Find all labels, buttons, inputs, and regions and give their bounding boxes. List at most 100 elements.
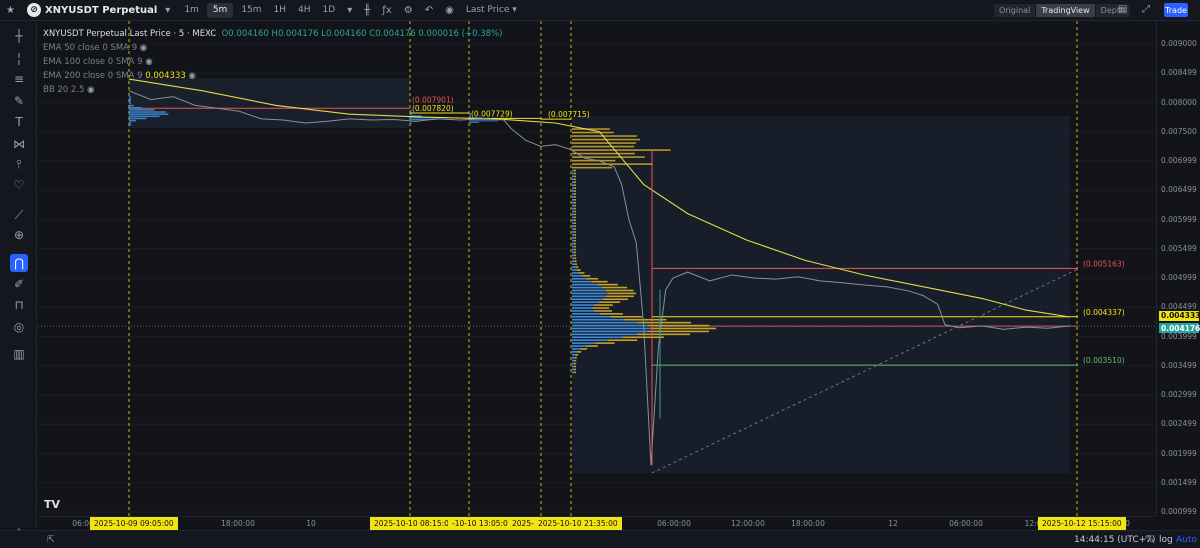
volume-bar (572, 211, 574, 213)
fullscreen-icon[interactable]: ⤢ (1136, 4, 1156, 15)
volume-bar (129, 98, 131, 100)
trash-icon[interactable]: ▥ (10, 345, 28, 363)
volume-bar (572, 187, 574, 189)
volume-bar (574, 252, 576, 254)
time-tick: 06:00:00 (949, 519, 983, 528)
volume-bar (572, 167, 612, 169)
indicator-row[interactable]: EMA 200 close 0 SMA 9 0.004333 ◉ (43, 69, 502, 83)
interval-1D[interactable]: 1D (317, 0, 342, 21)
auto-toggle[interactable]: Auto (1176, 535, 1197, 545)
volume-bar (574, 173, 576, 175)
horizontal-lines-icon[interactable]: ≡ (10, 70, 28, 88)
volume-bar (572, 269, 577, 271)
eye-icon[interactable]: ◉ (84, 85, 94, 95)
volume-bar (572, 334, 637, 336)
time-tick: 10 (306, 519, 316, 528)
trendline-icon[interactable]: ╎ (10, 50, 28, 68)
layout-icon[interactable]: ⚙ (398, 5, 419, 16)
magnet-icon[interactable]: ⋂ (10, 254, 28, 272)
date-range-icon[interactable]: ⇱ (47, 535, 55, 545)
volume-bar (574, 196, 576, 198)
volume-bar (572, 342, 595, 344)
volume-bar (574, 234, 576, 236)
indicator-row[interactable]: EMA 50 close 0 SMA 9 ◉ (43, 41, 502, 55)
volume-bar (572, 351, 577, 353)
heart-icon[interactable]: ♡ (10, 176, 28, 194)
volume-bar (572, 266, 575, 268)
undo-icon[interactable]: ↶ (419, 5, 439, 16)
time-marker: 2025-10-10 08:15:00 (370, 517, 458, 530)
volume-bar (572, 243, 574, 245)
brush-icon[interactable]: ✎ (10, 92, 28, 110)
volume-bar (592, 281, 608, 283)
drawing-mode-icon[interactable]: ✐ (10, 275, 28, 293)
crosshair-icon[interactable]: ┼ (10, 27, 28, 45)
volume-bar (572, 325, 648, 327)
volume-bar (129, 105, 134, 107)
star-icon[interactable]: ★ (0, 5, 21, 16)
lock-icon[interactable]: ⊓ (10, 296, 28, 314)
volume-bar (637, 322, 691, 324)
interval-1m[interactable]: 1m (178, 0, 205, 21)
view-tab-original[interactable]: Original (994, 4, 1035, 17)
interval-1H[interactable]: 1H (268, 0, 293, 21)
interval-5m[interactable]: 5m (207, 3, 234, 18)
interval-15m[interactable]: 15m (235, 0, 267, 21)
interval-4H[interactable]: 4H (292, 0, 317, 21)
volume-bar (129, 120, 136, 122)
volume-bar (572, 275, 582, 277)
clock[interactable]: 14:44:15 (UTC+7) (1074, 535, 1155, 545)
eye-icon[interactable]: ◉ (137, 43, 147, 53)
eye-icon[interactable]: ◎ (10, 318, 28, 336)
view-tab-tradingview[interactable]: TradingView (1036, 4, 1094, 17)
indicator-row[interactable]: BB 20 2.5 ◉ (43, 83, 502, 97)
volume-bar (575, 357, 577, 359)
volume-bar (574, 193, 576, 195)
grid-layout-icon[interactable]: ▤ (1112, 4, 1133, 15)
volume-bar (572, 142, 636, 144)
volume-bar (572, 240, 574, 242)
chevron-down-icon[interactable]: ▾ (341, 5, 358, 16)
indicator-label: EMA 100 close 0 SMA 9 (43, 57, 143, 67)
symbol-name[interactable]: XNYUSDT Perpetual (41, 0, 163, 21)
candle-type-icon[interactable]: ╫ (358, 5, 376, 16)
volume-bar (572, 234, 574, 236)
camera-icon[interactable]: ◉ (439, 5, 460, 16)
volume-bar (572, 222, 574, 224)
volume-bar (574, 176, 576, 178)
volume-bar (574, 366, 576, 368)
volume-bar (572, 149, 671, 151)
indicators-icon[interactable]: ƒx (376, 5, 397, 16)
volume-bar (129, 111, 166, 113)
price-axis[interactable]: 0.009000 0.008499 0.008000 0.007500 0.006999… (1156, 21, 1200, 516)
volume-bar (574, 181, 576, 183)
volume-bar (574, 199, 576, 201)
eye-icon[interactable]: ◉ (186, 71, 196, 81)
prediction-icon[interactable]: ⫯ (10, 155, 28, 173)
ruler-icon[interactable]: ⟋ (10, 206, 28, 224)
volume-bar (572, 322, 637, 324)
volume-bar (572, 246, 574, 248)
percent-toggle[interactable]: % (1145, 535, 1154, 545)
time-axis[interactable]: 06:00 18:00:00 10 06:00:00 12:00:00 18:00:00 1… (38, 516, 1156, 529)
eye-icon[interactable]: ◉ (143, 57, 153, 67)
price-tick: 0.006499 (1161, 185, 1197, 194)
pattern-icon[interactable]: ⋈ (10, 135, 28, 153)
volume-bar (572, 225, 574, 227)
chevron-down-icon[interactable]: ▾ (163, 5, 178, 16)
volume-bar (469, 123, 471, 124)
volume-bar (572, 146, 634, 148)
zoom-icon[interactable]: ⊕ (10, 226, 28, 244)
indicator-row[interactable]: EMA 100 close 0 SMA 9 ◉ (43, 55, 502, 69)
volume-bar (129, 113, 168, 115)
view-tabs: Original TradingView Depth (994, 4, 1130, 17)
log-toggle[interactable]: log (1159, 535, 1173, 545)
price-type-select[interactable]: Last Price ▾ (460, 0, 523, 21)
volume-bar (574, 360, 576, 362)
level-label: (0.007729) (471, 109, 513, 118)
text-icon[interactable]: T (10, 113, 28, 131)
volume-bar (572, 199, 574, 201)
volume-bar (574, 202, 576, 204)
volume-bar (579, 272, 585, 274)
trade-button[interactable]: Trade (1164, 3, 1188, 17)
